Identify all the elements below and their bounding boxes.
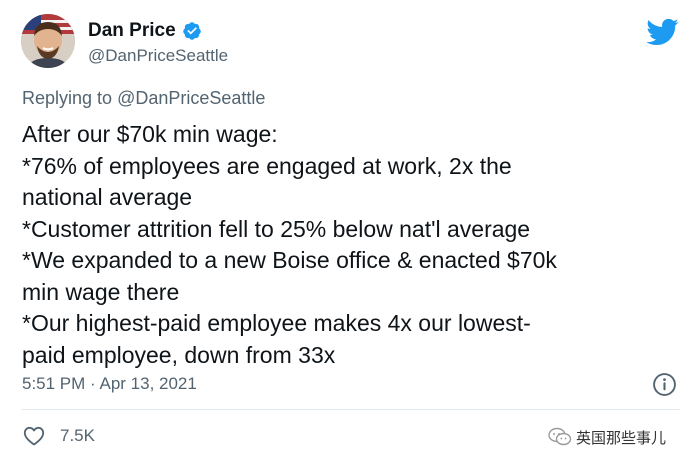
divider xyxy=(22,409,680,410)
watermark: 英国那些事儿 xyxy=(548,426,666,448)
tweet-line: *We expanded to a new Boise office & ena… xyxy=(22,247,557,273)
tweet-text: After our $70k min wage: *76% of employe… xyxy=(22,119,682,371)
wechat-icon xyxy=(548,427,572,447)
avatar-image xyxy=(21,14,75,68)
replying-prefix: Replying to xyxy=(22,88,113,108)
author-handle[interactable]: @DanPriceSeattle xyxy=(88,46,228,66)
tweet-line: national average xyxy=(22,184,193,210)
like-count: 7.5K xyxy=(60,426,95,445)
replying-mention[interactable]: @DanPriceSeattle xyxy=(117,88,265,108)
tweet-timestamp[interactable]: 5:51 PM · Apr 13, 2021 xyxy=(22,374,197,394)
tweet-line: After our $70k min wage: xyxy=(22,121,278,147)
heart-icon[interactable] xyxy=(22,424,46,448)
tweet-line: *Our highest-paid employee makes 4x our … xyxy=(22,310,531,336)
like-action[interactable]: 7.5K xyxy=(22,424,95,448)
verified-badge-icon xyxy=(182,21,202,41)
tweet-line: *Customer attrition fell to 25% below na… xyxy=(22,215,531,242)
tweet-card: Dan Price @DanPriceSeattle Replying to @… xyxy=(0,0,700,463)
tweet-line: min wage there xyxy=(22,278,180,305)
info-icon[interactable] xyxy=(652,372,677,397)
tweet-line: *76% of employees are engaged at work, 2… xyxy=(22,152,512,179)
tweet-line: paid employee, down from 33x xyxy=(22,341,336,368)
twitter-bird-icon[interactable] xyxy=(645,17,679,47)
replying-to: Replying to @DanPriceSeattle xyxy=(22,88,265,109)
display-name[interactable]: Dan Price xyxy=(88,20,176,42)
author-name-row: Dan Price xyxy=(88,18,202,44)
watermark-text: 英国那些事儿 xyxy=(576,428,667,447)
avatar[interactable] xyxy=(21,14,75,68)
